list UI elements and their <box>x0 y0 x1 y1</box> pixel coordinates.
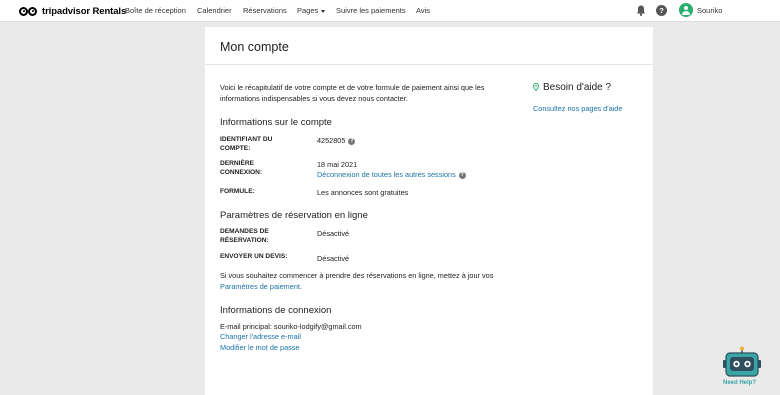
question-icon[interactable]: ? <box>348 138 356 145</box>
help-icon[interactable]: ? <box>656 5 667 16</box>
account-id-row: 4252805? <box>317 136 356 145</box>
plan-label: FORMULE: <box>220 188 255 195</box>
bell-icon[interactable] <box>636 5 646 16</box>
booking-note-link-row: Paramètres de paiement. <box>220 282 302 291</box>
help-title-row: Besoin d'aide ? <box>533 82 611 93</box>
tripadvisor-rentals-logo[interactable]: tripadvisor Rentals <box>18 4 126 18</box>
change-email-link[interactable]: Changer l'adresse e-mail <box>220 332 301 341</box>
location-pin-icon <box>533 83 539 91</box>
page-title: Mon compte <box>220 40 289 54</box>
nav-pages[interactable]: Pages <box>297 6 326 15</box>
primary-email: E-mail principal: souriko-lodgify@gmail.… <box>220 322 362 331</box>
change-password-link[interactable]: Modifier le mot de passe <box>220 343 300 352</box>
account-id-label: IDENTIFIANT DU COMPTE: <box>220 136 273 152</box>
avatar-icon[interactable] <box>679 3 693 17</box>
nav-reviews[interactable]: Avis <box>416 6 430 15</box>
card-header: Mon compte <box>205 27 653 65</box>
send-quote-value: Désactivé <box>317 254 350 263</box>
nav-calendar[interactable]: Calendrier <box>197 6 232 15</box>
account-id-value: 4252805 <box>317 136 346 145</box>
booking-settings-heading: Paramètres de réservation en ligne <box>220 210 368 221</box>
logout-all-sessions-link[interactable]: Déconnexion de toutes les autres session… <box>317 170 456 179</box>
booking-requests-label: DEMANDES DE RÉSERVATION: <box>220 228 269 244</box>
intro-text: Voici le récapitulatif de votre compte e… <box>220 83 485 103</box>
send-quote-label: ENVOYER UN DEVIS: <box>220 253 288 260</box>
nav-reservations[interactable]: Réservations <box>243 6 287 15</box>
logo-brand: tripadvisor <box>42 5 90 17</box>
nav-pages-label: Pages <box>297 6 319 15</box>
need-help-label[interactable]: Need Help? <box>723 380 756 386</box>
plan-value: Les annonces sont gratuites <box>317 188 409 197</box>
payment-settings-link[interactable]: Paramètres de paiement <box>220 282 300 291</box>
logout-all-row: Déconnexion de toutes les autres session… <box>317 170 466 179</box>
nav-inbox[interactable]: Boîte de réception <box>125 6 186 15</box>
chevron-down-icon <box>321 9 326 13</box>
booking-note-end: . <box>299 282 302 291</box>
account-card: Mon compte Voici le récapitulatif de vot… <box>205 27 653 395</box>
last-login-label: DERNIÈRE CONNEXION: <box>220 160 263 176</box>
booking-note-text: Si vous souhaitez commencer à prendre de… <box>220 271 494 280</box>
login-info-heading: Informations de connexion <box>220 305 332 316</box>
owl-logo-icon <box>18 6 40 17</box>
help-pages-link[interactable]: Consultez nos pages d'aide <box>533 104 622 113</box>
nav-payments[interactable]: Suivre les paiements <box>336 6 406 15</box>
last-login-value: 18 mai 2021 <box>317 160 358 169</box>
booking-requests-value: Désactivé <box>317 229 350 238</box>
help-title: Besoin d'aide ? <box>543 82 612 93</box>
logo-suffix: Rentals <box>90 5 127 17</box>
top-navbar: tripadvisor Rentals Boîte de réception C… <box>0 0 780 22</box>
question-icon[interactable]: ? <box>458 172 466 179</box>
account-info-heading: Informations sur le compte <box>220 117 332 128</box>
user-name[interactable]: Souriko <box>697 6 722 15</box>
